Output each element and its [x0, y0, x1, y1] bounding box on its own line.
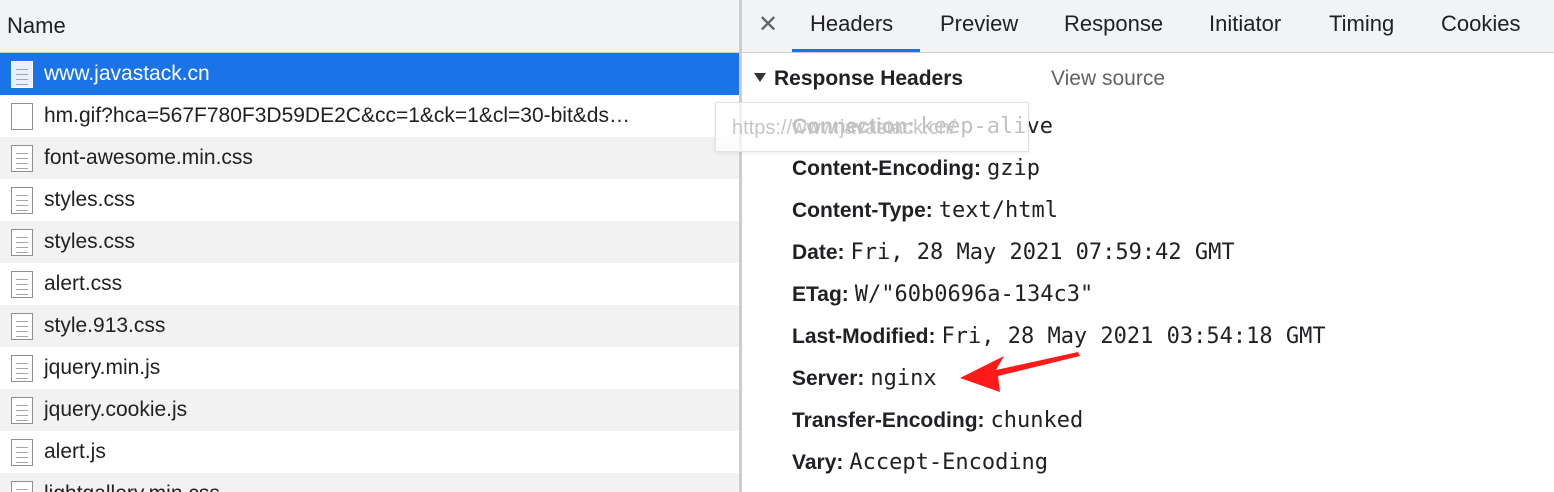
header-value: text/html: [938, 198, 1058, 223]
request-name: font-awesome.min.css: [44, 146, 253, 169]
request-name: jquery.min.js: [44, 356, 161, 379]
tab-headers[interactable]: Headers: [810, 11, 893, 37]
request-name: alert.css: [44, 272, 123, 295]
details-tab-bar: ✕ Headers Preview Response Initiator Tim…: [742, 0, 1554, 53]
header-row-content-encoding: Content-Encoding: gzip: [792, 156, 1040, 181]
document-icon: [11, 145, 33, 172]
document-icon: [11, 397, 33, 424]
request-name: alert.js: [44, 440, 106, 463]
header-value: gzip: [986, 156, 1040, 181]
header-key: Transfer-Encoding:: [792, 409, 985, 432]
header-value: Accept-Encoding: [849, 450, 1049, 475]
header-key: Content-Encoding:: [792, 157, 981, 180]
close-icon[interactable]: ✕: [758, 10, 778, 39]
name-column-header[interactable]: Name: [0, 0, 739, 53]
document-icon: [11, 187, 33, 214]
request-row-styles-css-2[interactable]: styles.css: [0, 221, 739, 263]
request-row-alert-js[interactable]: alert.js: [0, 431, 739, 473]
request-row-jquery-cookie-js[interactable]: jquery.cookie.js: [0, 389, 739, 431]
document-icon: [11, 229, 33, 256]
header-key: Content-Type:: [792, 199, 933, 222]
document-icon: [11, 355, 33, 382]
active-tab-indicator: [792, 49, 920, 52]
header-value: nginx: [870, 366, 937, 391]
header-value: Fri, 28 May 2021 03:54:18 GMT: [941, 324, 1326, 349]
header-row-content-type: Content-Type: text/html: [792, 198, 1058, 223]
response-headers-toggle[interactable]: Response Headers: [754, 67, 963, 91]
header-key: ETag:: [792, 283, 849, 306]
name-column-label: Name: [7, 13, 66, 38]
request-row-lightgallery[interactable]: lightgallery.min.css: [0, 473, 739, 492]
header-row-date: Date: Fri, 28 May 2021 07:59:42 GMT: [792, 240, 1235, 265]
request-name: jquery.cookie.js: [44, 398, 188, 421]
request-row-jquery-min-js[interactable]: jquery.min.js: [0, 347, 739, 389]
request-name: styles.css: [44, 188, 136, 211]
header-key: Vary:: [792, 451, 844, 474]
request-row-styles-css[interactable]: styles.css: [0, 179, 739, 221]
section-title: Response Headers: [774, 67, 964, 90]
request-list: www.javastack.cn hm.gif?hca=567F780F3D59…: [0, 53, 739, 492]
red-arrow-annotation: [960, 352, 1080, 392]
request-name: www.javastack.cn: [44, 62, 210, 85]
header-key: Last-Modified:: [792, 325, 936, 348]
request-row-alert-css[interactable]: alert.css: [0, 263, 739, 305]
tooltip-text: https://www.javastack.cn/: [732, 117, 956, 139]
header-value: Fri, 28 May 2021 07:59:42 GMT: [850, 240, 1235, 265]
view-source-link[interactable]: View source: [1051, 67, 1165, 91]
request-list-pane: Name www.javastack.cn hm.gif?hca=567F780…: [0, 0, 739, 492]
request-details-pane: ✕ Headers Preview Response Initiator Tim…: [742, 0, 1554, 492]
document-icon: [11, 271, 33, 298]
request-name: style.913.css: [44, 314, 166, 337]
request-name: hm.gif?hca=567F780F3D59DE2C&cc=1&ck=1&cl…: [44, 104, 630, 127]
tab-preview[interactable]: Preview: [940, 11, 1018, 37]
tab-timing[interactable]: Timing: [1329, 11, 1394, 37]
header-row-last-modified: Last-Modified: Fri, 28 May 2021 03:54:18 …: [792, 324, 1326, 349]
header-row-etag: ETag: W/"60b0696a-134c3": [792, 282, 1093, 307]
request-name: styles.css: [44, 230, 136, 253]
document-icon: [11, 313, 33, 340]
document-icon: [11, 61, 33, 88]
url-tooltip: https://www.javastack.cn/: [715, 102, 1029, 152]
tab-cookies[interactable]: Cookies: [1441, 11, 1520, 37]
request-name: lightgallery.min.css: [44, 482, 220, 492]
document-icon: [11, 481, 33, 492]
header-key: Server:: [792, 367, 865, 390]
request-row-hm-gif[interactable]: hm.gif?hca=567F780F3D59DE2C&cc=1&ck=1&cl…: [0, 95, 739, 137]
header-row-transfer-encoding: Transfer-Encoding: chunked: [792, 408, 1083, 433]
document-icon: [11, 439, 33, 466]
request-row-www-javastack-cn[interactable]: www.javastack.cn: [0, 53, 739, 95]
request-row-font-awesome[interactable]: font-awesome.min.css: [0, 137, 739, 179]
tab-response[interactable]: Response: [1064, 11, 1163, 37]
header-key: Date:: [792, 241, 845, 264]
blank-file-icon: [11, 103, 33, 130]
header-value: W/"60b0696a-134c3": [854, 282, 1094, 307]
request-row-style-913-css[interactable]: style.913.css: [0, 305, 739, 347]
header-value: chunked: [990, 408, 1084, 433]
arrow-shape: [960, 352, 1080, 392]
header-row-vary: Vary: Accept-Encoding: [792, 450, 1048, 475]
header-row-server: Server: nginx: [792, 366, 937, 391]
triangle-down-icon: [754, 73, 766, 82]
tab-initiator[interactable]: Initiator: [1209, 11, 1281, 37]
